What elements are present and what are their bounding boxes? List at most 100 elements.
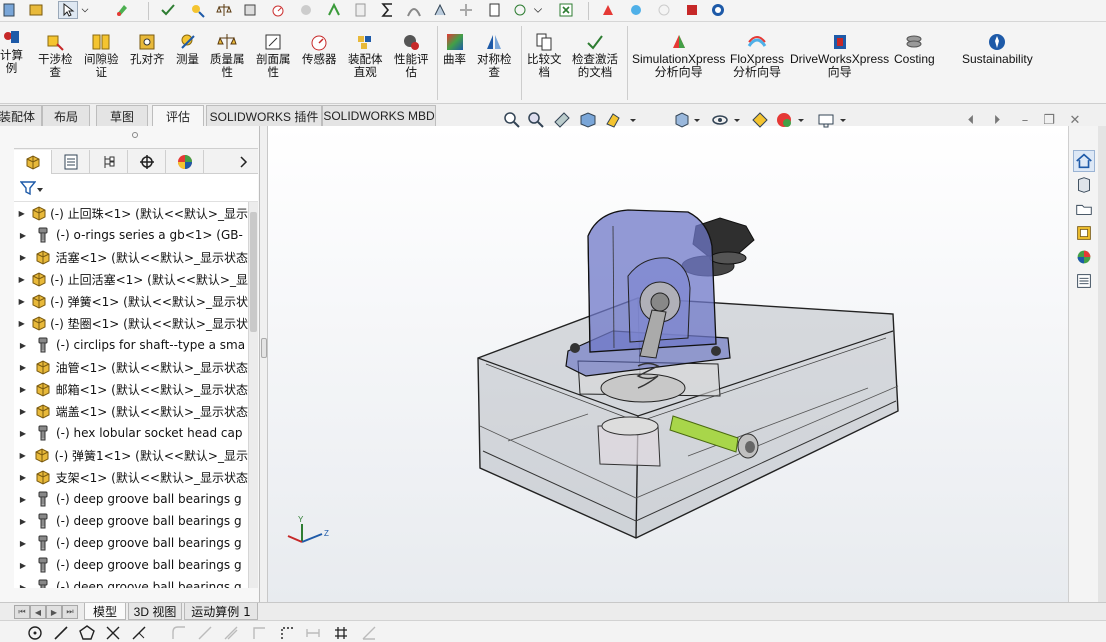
expand-arrow-icon[interactable]: ▶ xyxy=(14,341,32,350)
sigma-icon[interactable] xyxy=(378,1,398,19)
construction-tool-icon[interactable] xyxy=(278,624,296,642)
costing-button[interactable]: Costing xyxy=(894,32,935,66)
check-document-icon[interactable] xyxy=(510,1,530,19)
expand-arrow-icon[interactable]: ▶ xyxy=(14,517,32,526)
tab-evaluate[interactable]: 评估 xyxy=(152,105,204,126)
tab-layout[interactable]: 布局 xyxy=(42,105,90,126)
mirror-tool-icon[interactable] xyxy=(130,624,148,642)
view-orientation-icon[interactable] xyxy=(672,110,692,130)
sensor-button[interactable]: 传感器 xyxy=(302,32,337,66)
chevron-down-icon[interactable] xyxy=(36,186,44,194)
tree-row[interactable]: ▶ 邮箱<1> (默认<<默认>_显示状态 xyxy=(14,378,248,400)
curvature-button[interactable]: 曲率 xyxy=(443,32,466,66)
next-icon[interactable]: ⏵ xyxy=(990,113,1004,128)
expand-arrow-icon[interactable]: ▶ xyxy=(14,385,32,394)
tree-row[interactable]: ▶ (-) deep groove ball bearings g xyxy=(14,488,248,510)
expand-arrow-icon[interactable]: ▶ xyxy=(14,297,29,306)
circle-tool-icon[interactable] xyxy=(26,624,44,642)
next-tab-icon[interactable]: ▶ xyxy=(46,605,62,619)
section-properties-icon[interactable] xyxy=(240,1,260,19)
performance-button[interactable]: 性能评 估 xyxy=(394,32,429,78)
line-tool-icon[interactable] xyxy=(52,624,70,642)
check-document-icon[interactable] xyxy=(350,1,370,19)
tab-motion-study[interactable]: 运动算例 1 xyxy=(184,603,258,620)
appearance-icon[interactable] xyxy=(774,110,794,130)
filter-icon[interactable] xyxy=(20,180,36,196)
chamfer-tool-icon[interactable] xyxy=(196,624,214,642)
expand-arrow-icon[interactable]: ▶ xyxy=(14,561,32,570)
restore-icon[interactable]: ❐ xyxy=(1042,113,1056,128)
expand-arrow-icon[interactable]: ▶ xyxy=(14,473,32,482)
tab-model[interactable]: 模型 xyxy=(84,603,126,620)
mass-properties-icon[interactable] xyxy=(214,1,234,19)
draft-icon[interactable] xyxy=(430,1,450,19)
minimize-icon[interactable]: – xyxy=(1018,113,1032,128)
feature-manager-tab[interactable] xyxy=(14,150,52,174)
panel-splitter[interactable] xyxy=(260,126,268,602)
expand-arrow-icon[interactable]: ▶ xyxy=(14,583,32,589)
tree-row[interactable]: ▶ (-) deep groove ball bearings g xyxy=(14,576,248,588)
expand-arrow-icon[interactable]: ▶ xyxy=(14,495,32,504)
simulationxpress-icon[interactable] xyxy=(598,1,618,19)
tree-row[interactable]: ▶ (-) deep groove ball bearings g xyxy=(14,510,248,532)
assembly-model[interactable]: Y Z xyxy=(268,126,1068,602)
offset-tool-icon[interactable] xyxy=(222,624,240,642)
property-manager-tab[interactable] xyxy=(52,150,90,174)
design-library-icon[interactable] xyxy=(1073,174,1095,196)
chevron-down-icon[interactable] xyxy=(838,110,848,130)
check-document-button[interactable]: 检查激活 的文档 xyxy=(572,32,618,78)
previous-icon[interactable]: ⏴ xyxy=(964,113,978,128)
curvature-icon[interactable] xyxy=(404,1,424,19)
zoom-to-fit-icon[interactable] xyxy=(502,110,522,130)
tree-row[interactable]: ▶ 支架<1> (默认<<默认>_显示状态 xyxy=(14,466,248,488)
interference-check-icon[interactable] xyxy=(188,1,208,19)
section-view-icon[interactable] xyxy=(578,110,598,130)
fillet-tool-icon[interactable] xyxy=(170,624,188,642)
panel-grip[interactable] xyxy=(132,132,138,138)
tree-scrollbar[interactable] xyxy=(248,202,258,588)
performance-icon[interactable] xyxy=(296,1,316,19)
thickness-icon[interactable] xyxy=(484,1,504,19)
tree-row[interactable]: ▶ (-) 垫圈<1> (默认<<默认>_显示状 xyxy=(14,312,248,334)
tree-row[interactable]: ▶ (-) o-rings series a gb<1> (GB- xyxy=(14,224,248,246)
chevron-right-icon[interactable] xyxy=(232,150,256,174)
appearance-icon[interactable] xyxy=(112,1,132,19)
symmetry-icon[interactable] xyxy=(324,1,344,19)
last-tab-icon[interactable]: ⏭ xyxy=(62,605,78,619)
tree-row[interactable]: ▶ 端盖<1> (默认<<默认>_显示状态 xyxy=(14,400,248,422)
corner-tool-icon[interactable] xyxy=(250,624,268,642)
tree-row[interactable]: ▶ (-) 止回活塞<1> (默认<<默认>_显 xyxy=(14,268,248,290)
expand-arrow-icon[interactable]: ▶ xyxy=(14,451,31,460)
display-style-icon[interactable] xyxy=(710,110,730,130)
chevron-down-icon[interactable] xyxy=(732,110,742,130)
expand-arrow-icon[interactable]: ▶ xyxy=(14,275,29,284)
tree-row[interactable]: ▶ (-) 弹簧<1> (默认<<默认>_显示状 xyxy=(14,290,248,312)
dimxpert-tab[interactable] xyxy=(128,150,166,174)
expand-arrow-icon[interactable]: ▶ xyxy=(14,539,32,548)
expand-arrow-icon[interactable]: ▶ xyxy=(14,363,32,372)
tab-3d-views[interactable]: 3D 视图 xyxy=(128,603,182,620)
tab-sketch[interactable]: 草图 xyxy=(96,105,148,126)
tree-row[interactable]: ▶ (-) 弹簧1<1> (默认<<默认>_显示 xyxy=(14,444,248,466)
tree-row[interactable]: ▶ (-) deep groove ball bearings g xyxy=(14,554,248,576)
close-icon[interactable]: ✕ xyxy=(1068,113,1082,128)
tree-row[interactable]: ▶ 活塞<1> (默认<<默认>_显示状态 xyxy=(14,246,248,268)
view-palette-icon[interactable] xyxy=(1073,222,1095,244)
dynamic-annotation-icon[interactable] xyxy=(604,110,624,130)
tab-assembly[interactable]: 装配体 xyxy=(0,105,42,126)
sensor-icon[interactable] xyxy=(268,1,288,19)
tree-row[interactable]: ▶ (-) 止回珠<1> (默认<<默认>_显示 xyxy=(14,202,248,224)
trim-tool-icon[interactable] xyxy=(104,624,122,642)
clearance-button[interactable]: 间隙验 证 xyxy=(84,32,119,78)
dimension-tool-icon[interactable] xyxy=(304,624,322,642)
expand-arrow-icon[interactable]: ▶ xyxy=(14,429,32,438)
prev-tab-icon[interactable]: ◀ xyxy=(30,605,46,619)
grid-tool-icon[interactable] xyxy=(332,624,350,642)
tree-row[interactable]: ▶ (-) circlips for shaft--type a sma xyxy=(14,334,248,356)
compare-button[interactable]: 比较文 档 xyxy=(527,32,562,78)
zoom-area-icon[interactable] xyxy=(526,110,546,130)
driveworks-icon[interactable] xyxy=(682,1,702,19)
first-tab-icon[interactable]: ⏮ xyxy=(14,605,30,619)
hide-show-icon[interactable] xyxy=(750,110,770,130)
floxpress-button[interactable]: FloXpress 分析向导 xyxy=(730,32,784,78)
